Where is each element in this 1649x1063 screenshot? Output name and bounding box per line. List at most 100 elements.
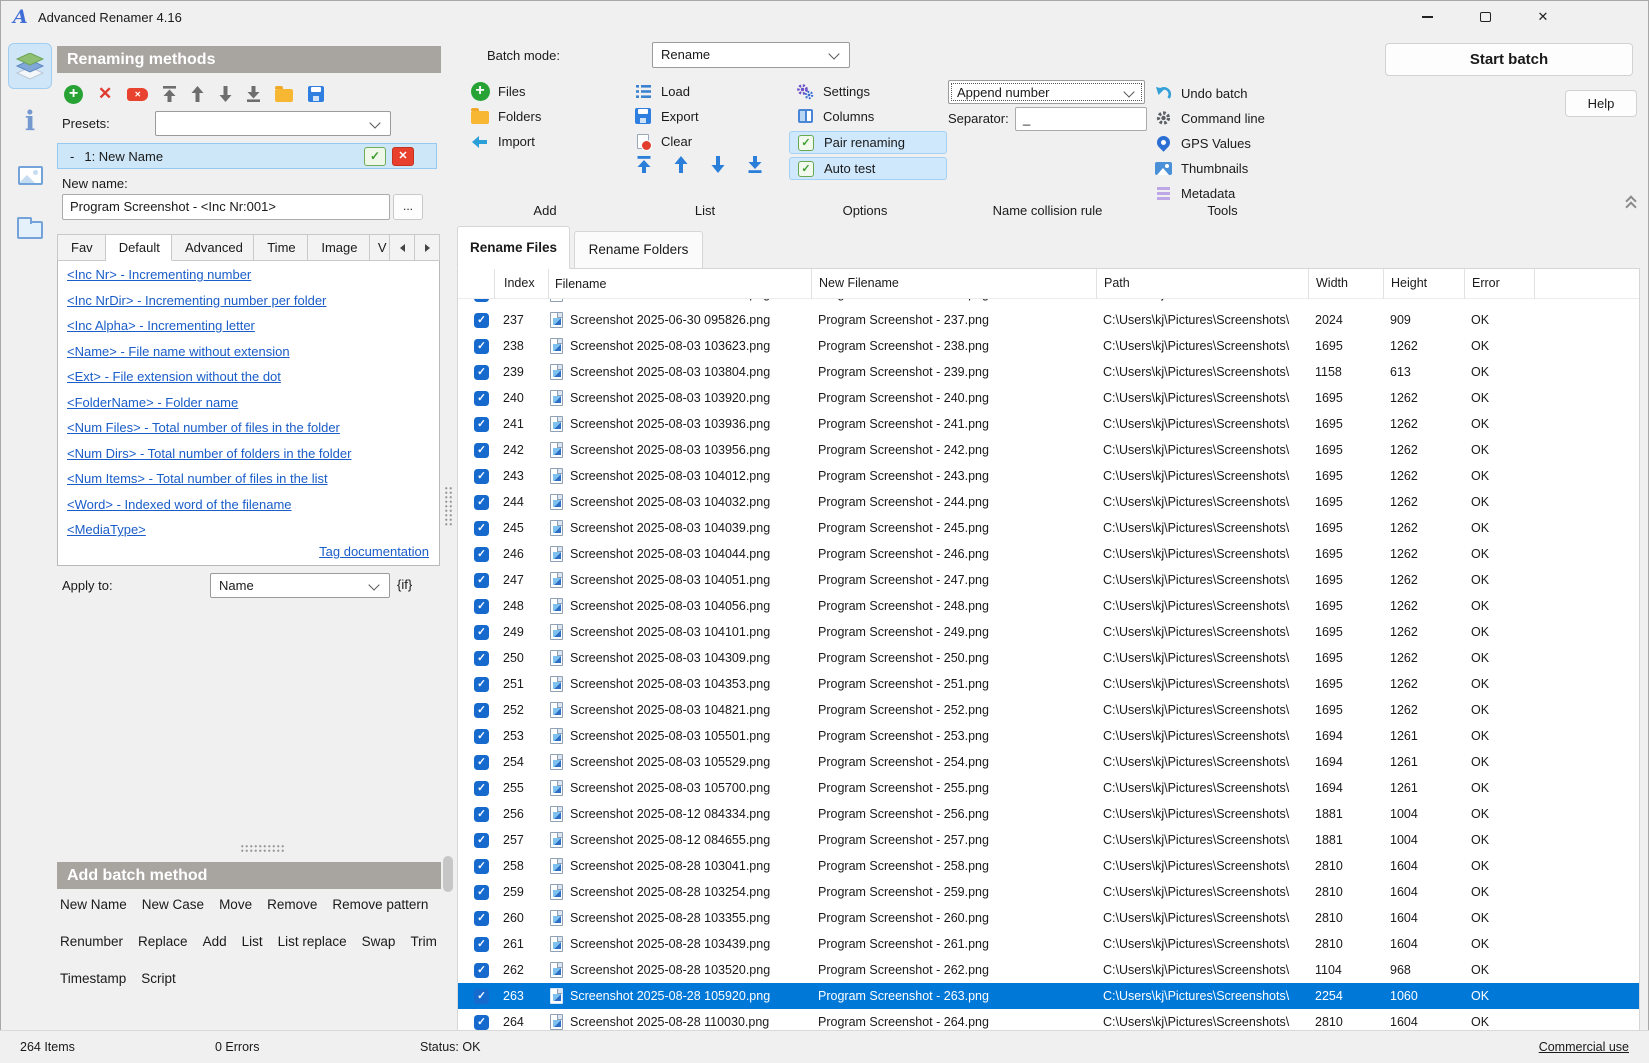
- table-row[interactable]: 250Screenshot 2025-08-03 104309.pngProgr…: [458, 645, 1639, 671]
- table-row[interactable]: 237Screenshot 2025-06-30 095826.pngProgr…: [458, 307, 1639, 333]
- add-files-button[interactable]: Files: [470, 81, 630, 101]
- row-checkbox[interactable]: [474, 833, 489, 848]
- list-move-up-icon[interactable]: [674, 156, 688, 178]
- row-checkbox[interactable]: [474, 547, 489, 562]
- sidebar-item-images[interactable]: [8, 160, 52, 190]
- header-select[interactable]: [458, 269, 494, 299]
- row-checkbox[interactable]: [474, 859, 489, 874]
- command-line-button[interactable]: Command line: [1153, 108, 1293, 128]
- import-button[interactable]: Import: [470, 131, 630, 151]
- table-row[interactable]: 242Screenshot 2025-08-03 103956.pngProgr…: [458, 437, 1639, 463]
- row-checkbox[interactable]: [474, 469, 489, 484]
- table-row[interactable]: 261Screenshot 2025-08-28 103439.pngProgr…: [458, 931, 1639, 957]
- row-checkbox[interactable]: [474, 911, 489, 926]
- open-preset-icon[interactable]: [275, 86, 293, 102]
- table-row[interactable]: 262Screenshot 2025-08-28 103520.pngProgr…: [458, 957, 1639, 983]
- row-checkbox[interactable]: [474, 313, 489, 328]
- method-enabled-checkbox[interactable]: [364, 147, 386, 166]
- collapse-toolbar-button[interactable]: [1622, 194, 1642, 214]
- collision-rule-dropdown[interactable]: Append number: [948, 80, 1145, 104]
- table-row[interactable]: 257Screenshot 2025-08-12 084655.pngProgr…: [458, 827, 1639, 853]
- load-button[interactable]: Load: [633, 81, 783, 101]
- tag-tab-time[interactable]: Time: [254, 234, 308, 261]
- row-checkbox[interactable]: [474, 1015, 489, 1030]
- table-row[interactable]: 259Screenshot 2025-08-28 103254.pngProgr…: [458, 879, 1639, 905]
- add-method-move[interactable]: Move: [219, 897, 252, 912]
- table-row[interactable]: 239Screenshot 2025-08-03 103804.pngProgr…: [458, 359, 1639, 385]
- table-row[interactable]: 260Screenshot 2025-08-28 103355.pngProgr…: [458, 905, 1639, 931]
- header-new-filename[interactable]: New Filename: [811, 269, 1096, 299]
- method-delete-button[interactable]: [392, 147, 414, 166]
- add-method-trim[interactable]: Trim: [410, 934, 437, 949]
- title-bar[interactable]: A Advanced Renamer 4.16 ✕: [0, 0, 1649, 36]
- add-method-icon[interactable]: [64, 85, 83, 104]
- table-row[interactable]: 238Screenshot 2025-08-03 103623.pngProgr…: [458, 333, 1639, 359]
- list-move-down-icon[interactable]: [711, 156, 725, 178]
- sidebar-item-folders[interactable]: [8, 215, 52, 245]
- tab-rename-files[interactable]: Rename Files: [457, 226, 570, 269]
- table-row[interactable]: 252Screenshot 2025-08-03 104821.pngProgr…: [458, 697, 1639, 723]
- header-height[interactable]: Height: [1383, 269, 1464, 299]
- row-checkbox[interactable]: [474, 885, 489, 900]
- method-collapse-toggle[interactable]: -: [70, 149, 74, 164]
- header-index[interactable]: Index: [494, 269, 548, 299]
- tag-link[interactable]: <Num Files> - Total number of files in t…: [67, 420, 433, 435]
- batch-mode-dropdown[interactable]: Rename: [652, 42, 850, 68]
- presets-dropdown[interactable]: [155, 111, 391, 136]
- row-checkbox[interactable]: [474, 391, 489, 406]
- clear-methods-icon[interactable]: [127, 88, 148, 101]
- header-path[interactable]: Path: [1096, 269, 1308, 299]
- row-checkbox[interactable]: [474, 755, 489, 770]
- add-method-add[interactable]: Add: [203, 934, 227, 949]
- tab-scroll-right-icon[interactable]: [415, 234, 440, 261]
- tag-tab-fav[interactable]: Fav: [57, 234, 106, 261]
- row-checkbox[interactable]: [474, 807, 489, 822]
- row-checkbox[interactable]: [474, 677, 489, 692]
- metadata-button[interactable]: Metadata: [1153, 183, 1293, 203]
- tag-tab-image[interactable]: Image: [308, 234, 370, 261]
- row-checkbox[interactable]: [474, 729, 489, 744]
- maximize-button[interactable]: [1462, 0, 1508, 34]
- scrollbar-thumb[interactable]: [443, 856, 453, 892]
- if-button[interactable]: {if}: [397, 577, 412, 592]
- tag-link[interactable]: <Inc NrDir> - Incrementing number per fo…: [67, 293, 433, 308]
- start-batch-button[interactable]: Start batch: [1385, 43, 1633, 76]
- table-row[interactable]: 246Screenshot 2025-08-03 104044.pngProgr…: [458, 541, 1639, 567]
- list-move-bottom-icon[interactable]: [748, 156, 762, 178]
- row-checkbox[interactable]: [474, 443, 489, 458]
- table-row[interactable]: 251Screenshot 2025-08-03 104353.pngProgr…: [458, 671, 1639, 697]
- browse-button[interactable]: ...: [393, 194, 423, 220]
- add-method-remove-pattern[interactable]: Remove pattern: [332, 897, 428, 912]
- table-row[interactable]: 255Screenshot 2025-08-03 105700.pngProgr…: [458, 775, 1639, 801]
- method-item-new-name[interactable]: - 1: New Name: [57, 143, 437, 169]
- add-method-replace[interactable]: Replace: [138, 934, 188, 949]
- tag-link[interactable]: <Inc Alpha> - Incrementing letter: [67, 318, 433, 333]
- table-row[interactable]: 263Screenshot 2025-08-28 105920.pngProgr…: [458, 983, 1639, 1009]
- add-method-swap[interactable]: Swap: [362, 934, 396, 949]
- tag-link[interactable]: <MediaType>: [67, 522, 433, 537]
- table-row[interactable]: 254Screenshot 2025-08-03 105529.pngProgr…: [458, 749, 1639, 775]
- sidebar-item-info[interactable]: i: [8, 103, 52, 139]
- separator-input[interactable]: _: [1015, 107, 1147, 131]
- row-checkbox[interactable]: [474, 599, 489, 614]
- sidebar-item-renaming-methods[interactable]: [8, 43, 52, 89]
- row-checkbox[interactable]: [474, 573, 489, 588]
- splitter-handle[interactable]: [444, 486, 453, 526]
- row-checkbox[interactable]: [474, 963, 489, 978]
- move-down-icon[interactable]: [219, 86, 232, 102]
- table-row[interactable]: 236Screenshot 2025-06-30 094002.pngProgr…: [458, 299, 1639, 307]
- header-filename[interactable]: Filename: [548, 269, 811, 299]
- row-checkbox[interactable]: [474, 651, 489, 666]
- tag-link[interactable]: <Name> - File name without extension: [67, 344, 433, 359]
- tag-link[interactable]: <Word> - Indexed word of the filename: [67, 497, 433, 512]
- minimize-button[interactable]: [1404, 0, 1450, 34]
- row-checkbox[interactable]: [474, 521, 489, 536]
- tag-documentation-link[interactable]: Tag documentation: [319, 544, 429, 559]
- tag-link[interactable]: <Num Dirs> - Total number of folders in …: [67, 446, 433, 461]
- tag-link[interactable]: <Num Items> - Total number of files in t…: [67, 471, 433, 486]
- tag-tab-default[interactable]: Default: [106, 234, 172, 261]
- move-up-icon[interactable]: [191, 86, 204, 102]
- add-method-list[interactable]: List: [242, 934, 263, 949]
- row-checkbox[interactable]: [474, 495, 489, 510]
- table-row[interactable]: 244Screenshot 2025-08-03 104032.pngProgr…: [458, 489, 1639, 515]
